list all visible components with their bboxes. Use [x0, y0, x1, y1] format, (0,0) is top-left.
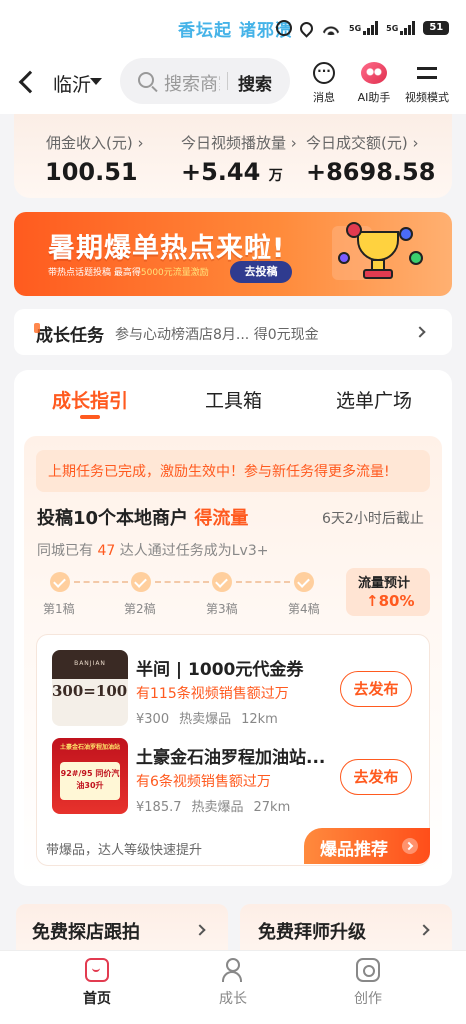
stat-gmv-value: +8698.58: [306, 158, 436, 186]
tabbar-growth-label: 成长: [219, 991, 247, 1007]
publish-button[interactable]: 去发布: [340, 671, 412, 707]
signal-icon: [363, 21, 379, 35]
caret-down-icon[interactable]: [90, 78, 102, 85]
product-sales: 有6条视频销售额过万: [136, 774, 271, 790]
hot-products-label: 爆品推荐: [320, 840, 388, 860]
stat-views-value: +5.44 万: [181, 158, 283, 186]
city-selector[interactable]: 临沂: [53, 70, 91, 97]
tab-growth-guide[interactable]: 成长指引: [52, 386, 128, 413]
mission-title: 投稿10个本地商户 得流量: [37, 508, 249, 529]
stat-commission-label[interactable]: 佣金收入(元) ›: [46, 132, 144, 153]
network-type-1: 5G: [349, 23, 362, 33]
banner-title: 暑期爆单热点来啦!: [48, 233, 286, 264]
tab-selection-plaza[interactable]: 选单广场: [336, 386, 412, 413]
step-1-check-icon: [50, 572, 70, 592]
mission-subtitle: 同城已有 47 达人通过任务成为Lv3+: [37, 543, 269, 559]
publish-button[interactable]: 去发布: [340, 759, 412, 795]
step-4-check-icon: [294, 572, 314, 592]
product-sales: 有115条视频销售额过万: [136, 686, 289, 702]
ai-assistant-label: AI助手: [357, 91, 391, 104]
traffic-estimate-label: 流量预计: [358, 576, 411, 591]
signal-icon-2: [400, 21, 416, 35]
tabbar-growth[interactable]: 成长: [193, 958, 273, 1008]
free-shoot-label: 免费探店跟拍: [32, 922, 140, 943]
tab-toolbox[interactable]: 工具箱: [205, 386, 262, 413]
camera-icon: [356, 958, 380, 982]
product-image[interactable]: BANJIAN 300=1000: [52, 650, 128, 726]
mission-deadline: 6天2小时后截止: [322, 511, 424, 527]
search-input[interactable]: 搜索商家: [164, 70, 220, 96]
product-name[interactable]: 土豪金石油罗程加油站...: [136, 743, 325, 768]
tabbar-create-label: 创作: [354, 991, 382, 1007]
video-mode-label: 视频模式: [405, 91, 449, 104]
video-mode-button[interactable]: 视频模式: [397, 62, 457, 105]
products-footer-note: 带爆品，达人等级快速提升: [46, 843, 203, 858]
step-2-label: 第2稿: [124, 602, 156, 616]
step-3-check-icon: [212, 572, 232, 592]
network-type-2: 5G: [386, 23, 399, 33]
alarm-icon: [276, 20, 292, 36]
stat-commission-value: 100.51: [45, 158, 138, 186]
growth-task-title: 成长任务: [34, 321, 104, 346]
traffic-estimate-value: ↑80%: [366, 592, 415, 610]
step-2-check-icon: [131, 572, 151, 592]
banner-subtitle: 带热点话题投稿 最高得5000元流量激励: [48, 268, 209, 278]
home-icon: [85, 958, 109, 982]
location-icon: [297, 18, 316, 38]
product-meta: ¥185.7 热卖爆品 27km: [136, 800, 291, 815]
search-divider: [227, 72, 228, 90]
product-meta: ¥300 热卖爆品 12km: [136, 712, 278, 727]
step-connector: [236, 581, 290, 583]
wifi-icon: [321, 21, 341, 35]
ai-assistant-button[interactable]: AI助手: [344, 62, 404, 105]
growth-task-desc: 参与心动榜酒店8月... 得0元现金: [115, 327, 319, 343]
product-image[interactable]: 土豪金石油罗程加油站 92#/95 同价汽油30升: [52, 738, 128, 814]
step-1-label: 第1稿: [43, 602, 75, 616]
step-3-label: 第3稿: [206, 602, 238, 616]
tabbar-create[interactable]: 创作: [328, 958, 408, 1008]
free-mentor-label: 免费拜师升级: [258, 922, 366, 943]
search-button[interactable]: 搜索: [238, 70, 272, 95]
growth-icon: [221, 958, 245, 982]
stat-gmv-label[interactable]: 今日成交额(元) ›: [306, 132, 419, 153]
battery-icon: 51: [423, 21, 450, 35]
step-connector: [74, 581, 128, 583]
step-4-label: 第4稿: [288, 602, 320, 616]
video-mode-icon: [416, 62, 438, 84]
chevron-right-icon: [402, 838, 418, 854]
tabbar-home-label: 首页: [83, 991, 111, 1007]
notice-text: 上期任务已完成，激励生效中！参与新任务得更多流量!: [48, 464, 390, 480]
ai-assistant-icon: [361, 62, 387, 84]
product-name[interactable]: 半间 | 1000元代金券: [136, 655, 303, 680]
tab-active-indicator: [80, 415, 100, 419]
stat-views-label[interactable]: 今日视频播放量 ›: [181, 132, 297, 153]
step-connector: [155, 581, 209, 583]
message-icon: [313, 62, 335, 84]
search-icon: [138, 72, 154, 88]
banner-submit-button[interactable]: 去投稿: [230, 261, 292, 283]
tabbar-home[interactable]: 首页: [57, 958, 137, 1008]
trophy-illustration-icon: [332, 222, 423, 280]
status-icons: 5G 5G 51: [276, 18, 450, 38]
